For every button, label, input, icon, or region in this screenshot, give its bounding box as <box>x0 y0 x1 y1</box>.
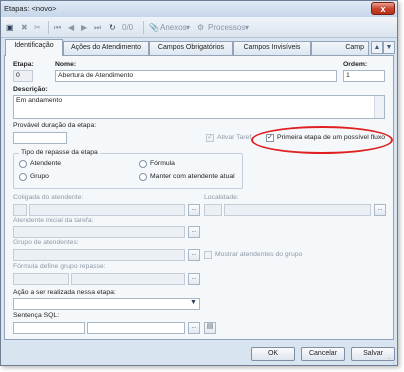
ok-button[interactable]: OK <box>251 347 295 361</box>
tab-scroll-left-icon[interactable]: ▲ <box>371 41 383 54</box>
mostrar-atendentes-checkbox[interactable] <box>204 251 212 259</box>
coligada-label: Coligada do atendente: <box>13 194 84 201</box>
ordem-field[interactable]: 1 <box>343 70 385 82</box>
first-record-icon[interactable]: ⏮ <box>54 21 61 34</box>
formula-repasse-label: Fórmula define grupo repasse: <box>13 263 106 270</box>
mostrar-atendentes-label: Mostrar atendentes do grupo <box>215 251 303 258</box>
repasse-group <box>13 153 243 189</box>
duracao-label: Provável duração da etapa: <box>13 122 97 129</box>
descricao-label: Descrição: <box>13 86 48 93</box>
toolbar: ▣ ✖ ✂ ⏮ ◀ ▶ ⏭ ↻ 0/0 📎 Anexos ▾ ⚙ Process… <box>1 17 397 38</box>
window-title: Etapas: <novo> <box>4 4 57 13</box>
gear-icon[interactable]: ⚙ <box>197 21 204 34</box>
dialog-window: Etapas: <novo> x ▣ ✖ ✂ ⏮ ◀ ▶ ⏭ ↻ 0/0 📎 A… <box>0 0 398 366</box>
next-record-icon[interactable]: ▶ <box>81 21 87 34</box>
radio-formula-label: Fórmula <box>150 160 175 167</box>
radio-atendente[interactable] <box>19 160 27 168</box>
atendente-inicial-field <box>13 226 185 238</box>
tab-campos-invisiveis[interactable]: Campos Invisíveis <box>233 41 311 55</box>
grupo-atendentes-label: Grupo de atendentes: <box>13 239 79 246</box>
last-record-icon[interactable]: ⏭ <box>94 21 101 34</box>
localidade-code-field <box>204 204 222 216</box>
refresh-icon[interactable]: ↻ <box>109 21 116 34</box>
localidade-label: Localidade: <box>204 194 239 201</box>
toolbar-separator <box>143 21 144 34</box>
radio-grupo[interactable] <box>19 173 27 181</box>
anexos-button[interactable]: Anexos <box>160 21 187 34</box>
descricao-field[interactable]: Em andamento <box>13 95 385 119</box>
radio-manter-atendente-label: Manter com atendente atual <box>150 173 235 180</box>
sentenca-sql-label: Sentença SQL: <box>13 312 60 319</box>
formula-browse-button[interactable]: ... <box>188 273 200 285</box>
save-icon[interactable]: ▣ <box>6 21 14 34</box>
processos-button[interactable]: Processos <box>208 21 245 34</box>
tab-acoes-atendimento[interactable]: Ações do Atendimento <box>63 41 149 55</box>
atendente-inicial-label: Atendente inicial da tarefa: <box>13 217 94 224</box>
nome-field[interactable]: Abertura de Atendimento <box>55 70 337 82</box>
cancelar-button[interactable]: Cancelar <box>301 347 345 361</box>
grupo-atendentes-browse-button[interactable]: ... <box>188 249 200 261</box>
radio-manter-atendente[interactable] <box>139 173 147 181</box>
tab-campos-obrigatorios[interactable]: Campos Obrigatórios <box>149 41 233 55</box>
tab-identificacao[interactable]: Identificação <box>5 39 63 56</box>
atendente-inicial-browse-button[interactable]: ... <box>188 226 200 238</box>
toolbar-separator <box>48 21 49 34</box>
highlight-ring <box>251 126 393 154</box>
acao-select[interactable] <box>13 298 200 310</box>
acao-label: Ação a ser realizada nessa etapa: <box>13 289 116 296</box>
formula-code-field <box>13 273 69 285</box>
repasse-group-label: Tipo de repasse da etapa <box>19 149 100 156</box>
cut-icon[interactable]: ✂ <box>34 21 41 34</box>
radio-formula[interactable] <box>139 160 147 168</box>
radio-grupo-label: Grupo <box>30 173 49 180</box>
coligada-name-field <box>29 204 185 216</box>
coligada-code-field <box>13 204 27 216</box>
ativar-tarefa-label: Ativar Taref <box>217 134 252 141</box>
delete-icon[interactable]: ✖ <box>21 21 28 34</box>
sentenca-code-field[interactable] <box>13 322 85 334</box>
localidade-name-field <box>224 204 371 216</box>
title-bar[interactable]: Etapas: <novo> x <box>1 1 397 17</box>
grupo-atendentes-field <box>13 249 185 261</box>
tab-overflow[interactable]: Camp <box>311 41 369 55</box>
etapa-field: 0 <box>13 70 33 82</box>
tab-scroll-right-icon[interactable]: ▼ <box>383 41 395 54</box>
paperclip-icon[interactable]: 📎 <box>149 21 159 34</box>
sentenca-name-field[interactable] <box>87 322 185 334</box>
chevron-down-icon[interactable]: ▾ <box>186 21 190 34</box>
close-button[interactable]: x <box>371 2 395 15</box>
record-counter: 0/0 <box>122 23 134 32</box>
sentenca-browse-button[interactable]: ... <box>188 322 200 334</box>
duracao-field[interactable] <box>13 132 67 144</box>
edit-sql-icon[interactable]: ▤ <box>204 322 216 334</box>
etapa-label: Etapa: <box>13 61 34 68</box>
ativar-tarefa-checkbox[interactable]: ✓ <box>206 134 214 142</box>
localidade-browse-button[interactable]: ... <box>374 204 386 216</box>
resize-grip-icon[interactable]: ⋱ <box>388 357 395 365</box>
chevron-down-icon[interactable]: ▾ <box>245 21 249 34</box>
chevron-down-icon[interactable]: ▼ <box>190 299 197 306</box>
coligada-browse-button[interactable]: ... <box>188 204 200 216</box>
nome-label: Nome: <box>55 61 77 68</box>
identificacao-panel: Etapa: 0 Nome: Abertura de Atendimento O… <box>4 55 394 340</box>
formula-name-field <box>71 273 185 285</box>
descricao-scrollbar[interactable] <box>374 96 384 118</box>
ordem-label: Ordem: <box>343 61 368 68</box>
radio-atendente-label: Atendente <box>30 160 61 167</box>
previous-record-icon[interactable]: ◀ <box>68 21 74 34</box>
